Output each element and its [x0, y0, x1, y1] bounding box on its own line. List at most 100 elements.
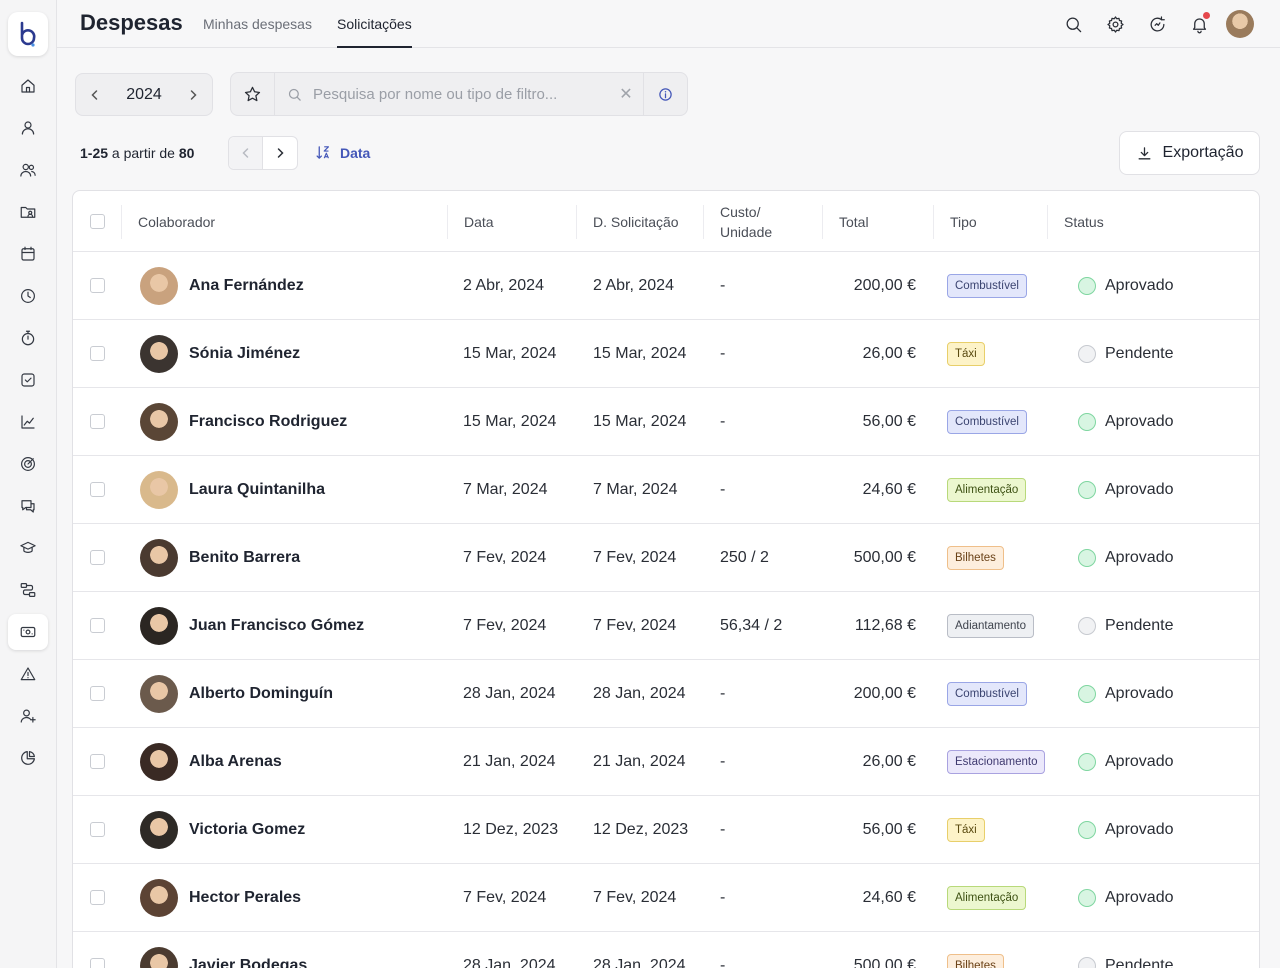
search-input[interactable]	[313, 83, 613, 105]
status-indicator	[1078, 344, 1096, 363]
avatar	[140, 946, 178, 968]
total-cell: 500,00 €	[853, 548, 916, 566]
sidebar-item-chart[interactable]	[8, 404, 48, 440]
employee-cell[interactable]: Hector Perales	[140, 864, 301, 931]
next-page-button[interactable]	[263, 137, 297, 169]
user-avatar[interactable]	[1226, 10, 1254, 38]
header-request-date[interactable]: D. Solicitação	[576, 205, 703, 239]
sidebar-item-money[interactable]	[8, 614, 48, 650]
sidebar-item-check-square[interactable]	[8, 362, 48, 398]
row-checkbox[interactable]	[90, 754, 105, 769]
header-cost-unit[interactable]: Custo/Unidade	[703, 204, 822, 240]
header-total[interactable]: Total	[822, 205, 933, 239]
total-cell: 26,00 €	[862, 344, 916, 362]
sort-by-date-button[interactable]: Data	[315, 144, 370, 161]
table-row[interactable]: Laura Quintanilha 7 Mar, 2024 7 Mar, 2024 -…	[73, 456, 1259, 524]
row-checkbox[interactable]	[90, 822, 105, 837]
employee-cell[interactable]: Laura Quintanilha	[140, 456, 325, 523]
type-badge: Bilhetes	[947, 953, 1004, 968]
employee-cell[interactable]: Alberto Dominguín	[140, 660, 333, 727]
employee-cell[interactable]: Benito Barrera	[140, 524, 300, 591]
employee-cell[interactable]: Ana Fernández	[140, 252, 304, 319]
type-badge: Táxi	[947, 341, 985, 366]
sidebar-item-warning[interactable]	[8, 656, 48, 692]
prev-year-button[interactable]	[76, 74, 114, 115]
status-indicator	[1078, 480, 1096, 499]
type-badge: Alimentação	[947, 885, 1027, 910]
employee-cell[interactable]: Francisco Rodriguez	[140, 388, 347, 455]
table-row[interactable]: Alberto Dominguín 28 Jan, 2024 28 Jan, 202…	[73, 660, 1259, 728]
row-checkbox[interactable]	[90, 890, 105, 905]
date-cell: 7 Fev, 2024	[463, 548, 547, 566]
workflow-icon	[20, 583, 36, 597]
favorites-button[interactable]	[231, 73, 275, 115]
table-row[interactable]: Hector Perales 7 Fev, 2024 7 Fev, 2024 - 24,…	[73, 864, 1259, 932]
header-type[interactable]: Tipo	[933, 205, 1047, 239]
employee-cell[interactable]: Sónia Jiménez	[140, 320, 300, 387]
sidebar-item-pie-chart[interactable]	[8, 740, 48, 776]
select-all-checkbox[interactable]	[90, 213, 105, 229]
table-row[interactable]: Ana Fernández 2 Abr, 2024 2 Abr, 2024 - 200,…	[73, 252, 1259, 320]
status-indicator	[1078, 412, 1096, 431]
header-status[interactable]: Status	[1047, 205, 1259, 239]
clear-search-icon[interactable]: ✕	[617, 85, 635, 103]
next-year-button[interactable]	[174, 74, 212, 115]
header-date[interactable]: Data	[447, 205, 576, 239]
employee-cell[interactable]: Juan Francisco Gómez	[140, 592, 364, 659]
chevron-right-icon	[190, 89, 197, 100]
table-row[interactable]: Francisco Rodriguez 15 Mar, 2024 15 Mar, 2…	[73, 388, 1259, 456]
employee-name: Francisco Rodriguez	[189, 412, 348, 430]
sidebar-item-users[interactable]	[8, 152, 48, 188]
prev-page-button[interactable]	[229, 137, 264, 169]
tab-minhas-despesas[interactable]: Minhas despesas	[203, 16, 312, 48]
row-checkbox[interactable]	[90, 346, 105, 361]
gear-icon[interactable]	[1103, 12, 1127, 36]
export-button[interactable]: Exportação	[1119, 131, 1260, 175]
bell-icon[interactable]	[1187, 12, 1211, 36]
table-row[interactable]: Sónia Jiménez 15 Mar, 2024 15 Mar, 2024 - 26…	[73, 320, 1259, 388]
sidebar-item-folder-user[interactable]	[8, 194, 48, 230]
row-select-cell	[90, 728, 105, 795]
header-employee[interactable]: Colaborador	[121, 205, 447, 239]
table-row[interactable]: Alba Arenas 21 Jan, 2024 21 Jan, 2024 - 26,0…	[73, 728, 1259, 796]
info-button[interactable]	[643, 73, 687, 115]
sidebar-item-clock[interactable]	[8, 278, 48, 314]
sidebar-item-user-plus[interactable]	[8, 698, 48, 734]
search-icon[interactable]	[1061, 12, 1085, 36]
select-all-cell	[90, 191, 105, 251]
table-row[interactable]: Victoria Gomez 12 Dez, 2023 12 Dez, 2023 - 5…	[73, 796, 1259, 864]
row-checkbox[interactable]	[90, 618, 105, 633]
row-checkbox[interactable]	[90, 550, 105, 565]
search-bar: ✕	[230, 72, 688, 116]
sidebar-item-target[interactable]	[8, 446, 48, 482]
activity-icon[interactable]	[1145, 12, 1169, 36]
employee-cell[interactable]: Victoria Gomez	[140, 796, 305, 863]
row-checkbox[interactable]	[90, 686, 105, 701]
tab-solicitacoes[interactable]: Solicitações	[337, 16, 412, 48]
sidebar-item-user[interactable]	[8, 110, 48, 146]
sidebar-item-calendar[interactable]	[8, 236, 48, 272]
employee-cell[interactable]: Alba Arenas	[140, 728, 282, 795]
table-row[interactable]: Javier Bodegas 28 Jan, 2024 28 Jan, 2024 - 5…	[73, 932, 1259, 968]
table-row[interactable]: Benito Barrera 7 Fev, 2024 7 Fev, 2024 250 …	[73, 524, 1259, 592]
date-cell: 28 Jan, 2024	[463, 684, 556, 702]
sidebar-item-home[interactable]	[8, 68, 48, 104]
sidebar-item-stopwatch[interactable]	[8, 320, 48, 356]
status-indicator	[1078, 276, 1096, 295]
app-logo[interactable]	[8, 12, 48, 56]
sidebar-item-workflow[interactable]	[8, 572, 48, 608]
row-checkbox[interactable]	[90, 482, 105, 497]
row-checkbox[interactable]	[90, 414, 105, 429]
row-checkbox[interactable]	[90, 278, 105, 293]
employee-cell[interactable]: Javier Bodegas	[140, 932, 307, 968]
sidebar-item-chat[interactable]	[8, 488, 48, 524]
request-date-cell: 2 Abr, 2024	[593, 276, 674, 294]
total-cell: 56,00 €	[862, 412, 916, 430]
avatar	[140, 266, 178, 305]
avatar	[140, 742, 178, 781]
table-row[interactable]: Juan Francisco Gómez 7 Fev, 2024 7 Fev, 20…	[73, 592, 1259, 660]
cost-unit-cell: -	[720, 276, 726, 294]
row-checkbox[interactable]	[90, 958, 105, 968]
sidebar-item-graduation[interactable]	[8, 530, 48, 566]
avatar	[140, 538, 178, 577]
